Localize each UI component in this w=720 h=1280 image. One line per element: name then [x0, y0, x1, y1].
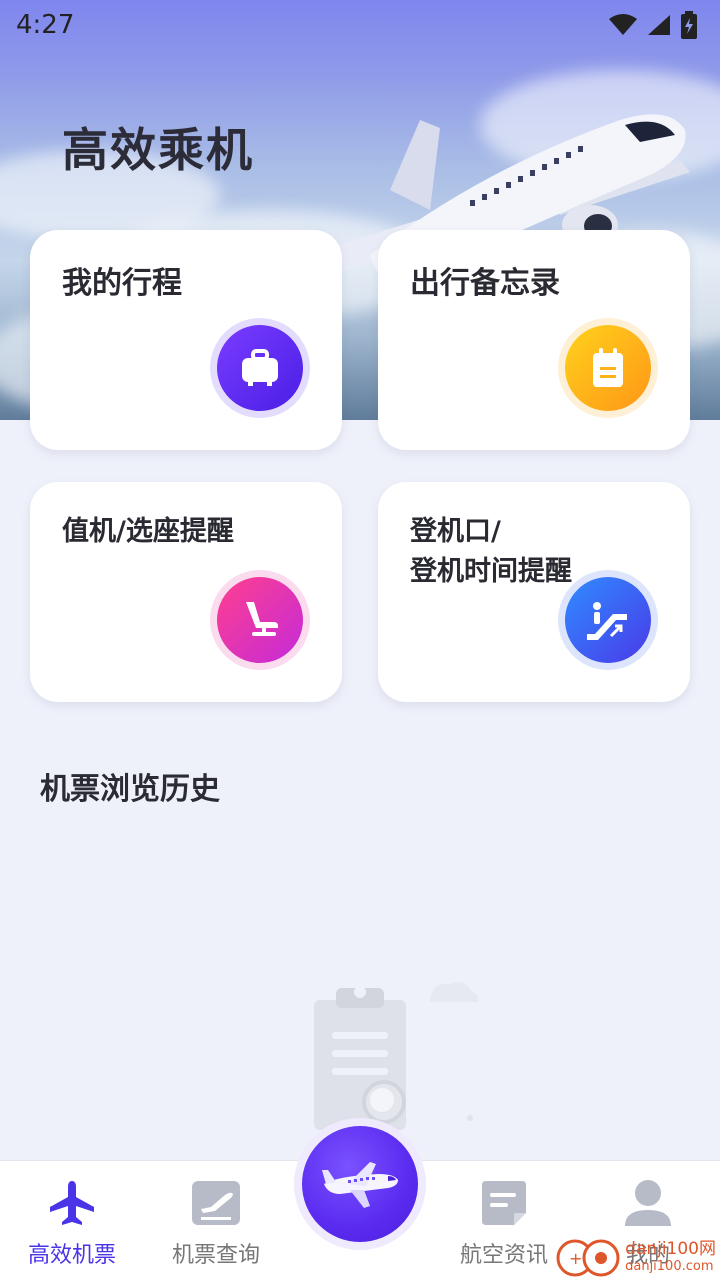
my-trips-card[interactable]: 我的行程 — [30, 230, 342, 450]
watermark-text: danji100网 — [625, 1239, 716, 1259]
luggage-icon — [210, 318, 310, 418]
card-title: 出行备忘录 — [410, 266, 560, 301]
escalator-icon — [558, 570, 658, 670]
battery-icon — [681, 11, 697, 39]
center-flight-button[interactable] — [294, 1118, 426, 1250]
page-title: 高效乘机 — [62, 123, 254, 177]
checkin-seat-reminder-card[interactable]: 值机/选座提醒 — [30, 482, 342, 702]
nav-item-efficient-tickets[interactable]: 高效机票 — [0, 1161, 144, 1280]
profile-icon — [622, 1177, 674, 1229]
seat-icon — [210, 570, 310, 670]
signal-icon — [648, 15, 670, 35]
nav-label: 航空资讯 — [459, 1243, 548, 1268]
airplane-icon — [322, 1162, 398, 1208]
svg-text:+: + — [569, 1249, 582, 1268]
ticket-search-icon — [190, 1177, 242, 1229]
nav-label: 机票查询 — [171, 1243, 260, 1268]
watermark-logo: + danji100网 danji100.com — [555, 1238, 716, 1278]
news-icon — [478, 1177, 530, 1229]
card-title: 我的行程 — [62, 266, 182, 301]
card-title-line1: 登机口/ — [410, 516, 501, 547]
airplane-icon — [46, 1177, 98, 1229]
status-bar: 4:27 — [0, 0, 720, 50]
watermark-sub: danji100.com — [625, 1259, 714, 1274]
browse-history-title: 机票浏览历史 — [40, 772, 220, 807]
card-title: 值机/选座提醒 — [62, 516, 234, 547]
wifi-icon — [609, 14, 637, 35]
boarding-gate-reminder-card[interactable]: 登机口/ 登机时间提醒 — [378, 482, 690, 702]
nav-label: 高效机票 — [27, 1243, 116, 1268]
nav-item-ticket-search[interactable]: 机票查询 — [144, 1161, 288, 1280]
status-time: 4:27 — [16, 10, 75, 40]
empty-clipboard-illustration — [314, 982, 479, 1130]
travel-memo-card[interactable]: 出行备忘录 — [378, 230, 690, 450]
card-title-line2: 登机时间提醒 — [410, 556, 572, 587]
notepad-icon — [558, 318, 658, 418]
card-title: 登机口/ 登机时间提醒 — [410, 512, 572, 592]
